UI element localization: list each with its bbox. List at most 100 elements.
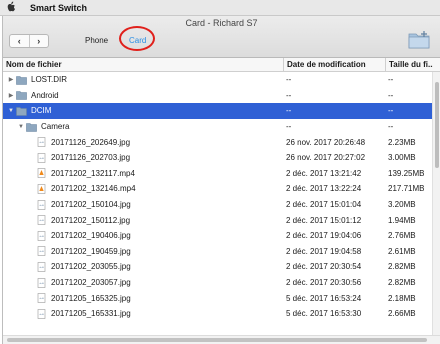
- table-header: Nom de fichier Date de modification Tail…: [3, 58, 440, 72]
- file-size: 2.18MB: [388, 293, 416, 303]
- file-size: 2.66MB: [388, 309, 416, 319]
- image-file-icon: [36, 199, 47, 210]
- modified-date: 2 déc. 2017 19:04:06: [286, 231, 362, 241]
- video-file-icon: [36, 184, 47, 194]
- file-name: 20171202_190406.jpg: [51, 231, 131, 241]
- table-row[interactable]: ▶ Android -- --: [3, 88, 433, 104]
- modified-date: 2 déc. 2017 13:22:24: [286, 184, 362, 194]
- disclosure-expanded-icon[interactable]: ▼: [16, 124, 26, 130]
- modified-date: 2 déc. 2017 15:01:12: [286, 215, 362, 225]
- file-name-cell: 20171202_150104.jpg: [3, 199, 283, 210]
- table-row[interactable]: ▶ LOST.DIR -- --: [3, 72, 433, 88]
- file-size: 2.61MB: [388, 246, 416, 256]
- modified-date: 2 déc. 2017 13:21:42: [286, 168, 362, 178]
- file-size: --: [388, 122, 394, 132]
- file-name: Camera: [41, 122, 70, 132]
- tab-phone[interactable]: Phone: [85, 36, 108, 45]
- smart-switch-window: Card - Richard S7 ‹ › Phone Card Nom de …: [2, 16, 440, 344]
- table-row[interactable]: 20171202_203055.jpg 2 déc. 2017 20:30:54 2…: [3, 259, 433, 275]
- folder-icon: [16, 75, 27, 85]
- modified-date: 26 nov. 2017 20:26:48: [286, 137, 366, 147]
- file-name: 20171205_165325.jpg: [51, 293, 131, 303]
- modified-date: 26 nov. 2017 20:27:02: [286, 153, 366, 163]
- file-name: 20171202_150112.jpg: [51, 215, 131, 225]
- image-file-icon: [36, 262, 47, 272]
- video-file-icon: [36, 168, 47, 179]
- disclosure-expanded-icon[interactable]: ▼: [6, 108, 16, 114]
- file-name: 20171202_150104.jpg: [51, 200, 131, 210]
- table-row[interactable]: 20171202_190459.jpg 2 déc. 2017 19:04:58 2…: [3, 244, 433, 260]
- file-name-cell: ▶ Android: [3, 90, 283, 101]
- modified-date: --: [286, 122, 292, 132]
- forward-button[interactable]: ›: [28, 35, 49, 47]
- file-size: 2.76MB: [388, 231, 416, 241]
- app-name-menu[interactable]: Smart Switch: [22, 3, 87, 13]
- table-row[interactable]: 20171202_132117.mp4 2 déc. 2017 13:21:42 1…: [3, 166, 433, 182]
- modified-date: --: [286, 75, 292, 85]
- vertical-scrollbar[interactable]: [432, 72, 440, 335]
- image-file-icon: [36, 230, 47, 241]
- file-name-cell: 20171202_150112.jpg: [3, 215, 283, 225]
- image-file-icon: [36, 246, 47, 257]
- table-row[interactable]: ▼ Camera -- --: [3, 119, 433, 135]
- table-row[interactable]: 20171126_202649.jpg 26 nov. 2017 20:26:48…: [3, 134, 433, 150]
- file-name: 20171126_202649.jpg: [51, 137, 131, 147]
- disclosure-collapsed-icon[interactable]: ▶: [6, 92, 16, 99]
- column-header-size[interactable]: Taille du fi...: [385, 58, 433, 71]
- folder-icon: [16, 90, 27, 101]
- file-name-cell: 20171202_203055.jpg: [3, 262, 283, 272]
- file-name: 20171202_132146.mp4: [51, 184, 136, 194]
- table-row[interactable]: 20171202_150104.jpg 2 déc. 2017 15:01:04 3…: [3, 197, 433, 213]
- modified-date: --: [286, 106, 292, 116]
- file-list: ▶ LOST.DIR -- -- ▶ Android -- -- ▼ DCIM -- -- ▼ Camer…: [3, 72, 433, 335]
- table-row[interactable]: 20171202_150112.jpg 2 déc. 2017 15:01:12 1…: [3, 212, 433, 228]
- file-size: 2.82MB: [388, 278, 416, 288]
- table-row[interactable]: 20171202_132146.mp4 2 déc. 2017 13:22:24 2…: [3, 181, 433, 197]
- file-name-cell: 20171202_190406.jpg: [3, 230, 283, 241]
- file-name: 20171126_202703.jpg: [51, 153, 131, 163]
- table-row[interactable]: 20171126_202703.jpg 26 nov. 2017 20:27:02…: [3, 150, 433, 166]
- folder-icon: [26, 122, 37, 132]
- file-size: 3.00MB: [388, 153, 416, 163]
- modified-date: 5 déc. 2017 16:53:30: [286, 309, 362, 319]
- file-size: --: [388, 90, 394, 100]
- horizontal-scrollbar[interactable]: [3, 335, 440, 344]
- file-name-cell: ▼ Camera: [3, 122, 283, 132]
- file-size: 1.94MB: [388, 215, 416, 225]
- modified-date: 2 déc. 2017 15:01:04: [286, 200, 362, 210]
- apple-logo-icon[interactable]: [0, 0, 22, 15]
- file-name: 20171202_190459.jpg: [51, 246, 131, 256]
- file-size: --: [388, 106, 394, 116]
- tab-card[interactable]: Card: [129, 36, 146, 45]
- window-toolbar: Card - Richard S7 ‹ › Phone Card: [3, 16, 440, 58]
- table-row[interactable]: 20171202_203057.jpg 2 déc. 2017 20:30:56 2…: [3, 275, 433, 291]
- back-button[interactable]: ‹: [10, 35, 29, 47]
- file-name: 20171202_203055.jpg: [51, 262, 131, 272]
- file-name-cell: ▶ LOST.DIR: [3, 75, 283, 85]
- table-row[interactable]: ▼ DCIM -- --: [3, 103, 433, 119]
- file-size: 139.25MB: [388, 168, 425, 178]
- file-name: Android: [31, 90, 59, 100]
- column-header-name[interactable]: Nom de fichier: [3, 58, 283, 71]
- horizontal-scroll-thumb[interactable]: [7, 338, 427, 342]
- file-name-cell: 20171202_132117.mp4: [3, 168, 283, 179]
- file-name: LOST.DIR: [31, 75, 68, 85]
- modified-date: 2 déc. 2017 20:30:56: [286, 278, 362, 288]
- file-size: --: [388, 75, 394, 85]
- file-name-cell: 20171202_132146.mp4: [3, 184, 283, 194]
- folder-icon: [16, 106, 27, 116]
- file-size: 3.20MB: [388, 200, 416, 210]
- navigation-buttons: ‹ ›: [9, 34, 49, 48]
- column-header-date[interactable]: Date de modification: [283, 58, 385, 71]
- image-file-icon: [36, 215, 47, 225]
- file-name-cell: 20171205_165325.jpg: [3, 293, 283, 303]
- table-row[interactable]: 20171205_165331.jpg 5 déc. 2017 16:53:30 2…: [3, 306, 433, 322]
- table-row[interactable]: 20171202_190406.jpg 2 déc. 2017 19:04:06 2…: [3, 228, 433, 244]
- disclosure-collapsed-icon[interactable]: ▶: [6, 76, 16, 83]
- file-name-cell: 20171126_202649.jpg: [3, 137, 283, 147]
- modified-date: 2 déc. 2017 20:30:54: [286, 262, 362, 272]
- file-name: 20171205_165331.jpg: [51, 309, 131, 319]
- vertical-scroll-thumb[interactable]: [435, 82, 439, 168]
- new-folder-icon[interactable]: [408, 29, 430, 49]
- table-row[interactable]: 20171205_165325.jpg 5 déc. 2017 16:53:24 2…: [3, 290, 433, 306]
